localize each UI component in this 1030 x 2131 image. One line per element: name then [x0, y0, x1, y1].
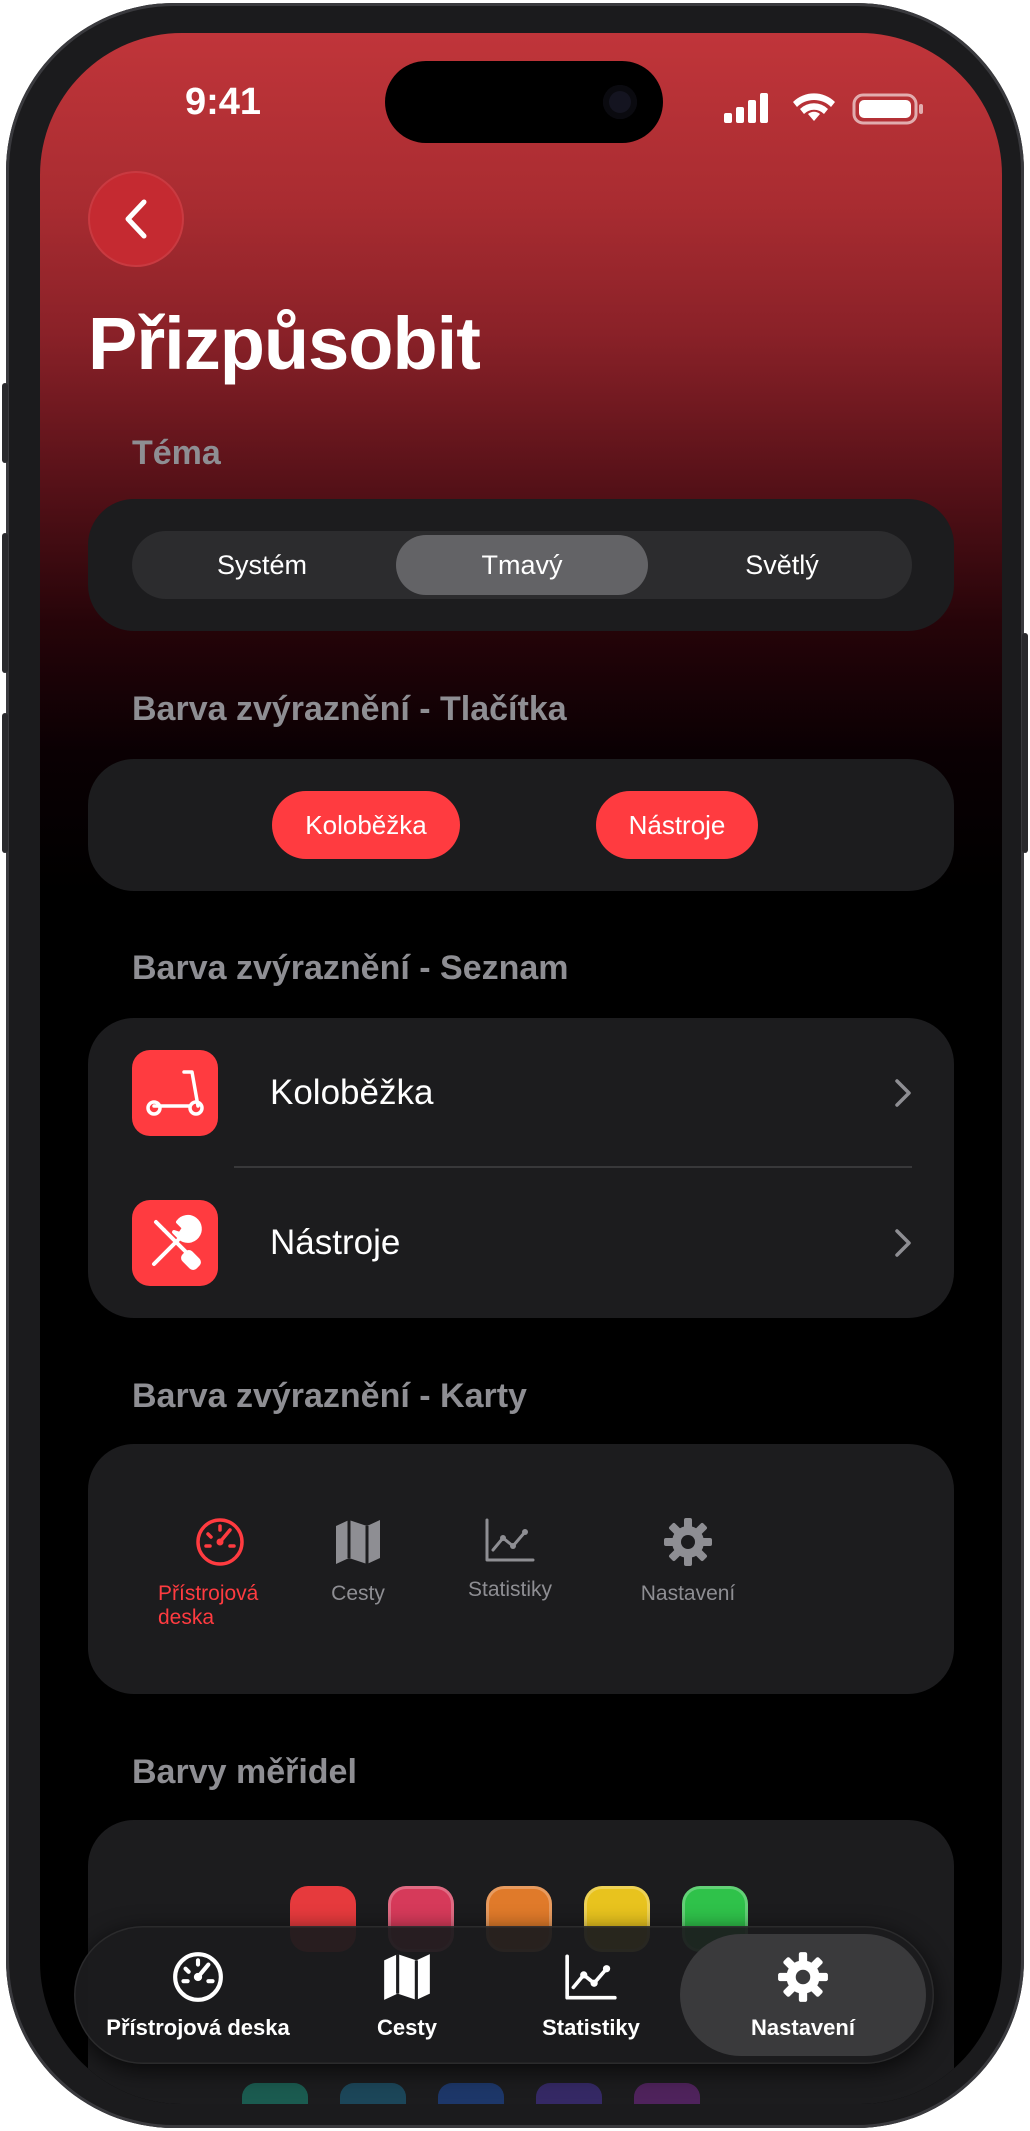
card-tab-label: Statistiky: [467, 1578, 553, 1601]
tab-trips[interactable]: Cesty: [342, 1926, 472, 2064]
wifi-icon: [793, 93, 835, 121]
chevron-right-icon: [895, 1229, 911, 1257]
power-button: [1022, 633, 1028, 853]
gauge-colors-section-label: Barvy měřidel: [132, 1753, 357, 1791]
accent-buttons-section-label: Barva zvýraznění - Tlačítka: [132, 690, 567, 728]
gauge-color-swatch-bottom: [536, 2083, 602, 2104]
accent-list-card: Koloběžka Nástroje: [88, 1018, 954, 1318]
chart-icon: [565, 1954, 617, 2000]
card-tab-label: Přístrojová deska: [158, 1582, 259, 1629]
tab-label: Nastavení: [751, 2015, 855, 2040]
accent-cards-section-label: Barva zvýraznění - Karty: [132, 1377, 527, 1415]
gauge-color-swatch-bottom: [340, 2083, 406, 2104]
tab-statistics[interactable]: Statistiky: [526, 1926, 656, 2064]
list-item-scooter[interactable]: Koloběžka: [88, 1018, 954, 1168]
list-item-label: Koloběžka: [270, 1073, 434, 1112]
speedometer-icon: [196, 1518, 244, 1566]
card-tab-statistics[interactable]: Statistiky: [440, 1516, 580, 1602]
tools-icon: [132, 1200, 218, 1286]
card-tab-dashboard[interactable]: Přístrojová deska: [158, 1516, 288, 1630]
accent-cards-card: Přístrojová deska Cesty Statistiky Nasta…: [88, 1444, 954, 1694]
volume-down-button: [2, 713, 8, 853]
list-item-tools[interactable]: Nástroje: [88, 1168, 954, 1318]
action-button: [2, 383, 8, 463]
screen: 9:41 Přizpůsobit Téma Systém Tmavý Světl…: [40, 33, 1002, 2104]
status-icons: [718, 91, 948, 125]
scooter-icon: [132, 1050, 218, 1136]
gear-icon: [778, 1952, 828, 2002]
gauge-color-swatch-bottom: [634, 2083, 700, 2104]
status-time: 9:41: [185, 81, 262, 123]
chart-icon: [485, 1518, 535, 1562]
gauge-color-swatch-bottom: [242, 2083, 308, 2104]
camera-icon: [603, 85, 637, 119]
accent-list-section-label: Barva zvýraznění - Seznam: [132, 949, 569, 987]
theme-option-system[interactable]: Systém: [136, 535, 388, 595]
tab-label: Cesty: [377, 2015, 437, 2040]
gauge-color-swatch-bottom: [438, 2083, 504, 2104]
card-tab-settings[interactable]: Nastavení: [608, 1516, 768, 1606]
cellular-signal-icon: [724, 93, 768, 123]
phone-frame: 9:41 Přizpůsobit Téma Systém Tmavý Světl…: [2, 3, 1028, 2128]
tab-label: Přístrojová deska: [106, 2015, 290, 2040]
chevron-right-icon: [895, 1079, 911, 1107]
speedometer-icon: [173, 1952, 223, 2002]
theme-card: Systém Tmavý Světlý: [88, 499, 954, 631]
volume-up-button: [2, 533, 8, 673]
page-title: Přizpůsobit: [88, 302, 481, 385]
map-icon: [336, 1520, 380, 1564]
back-button[interactable]: [88, 171, 184, 267]
list-item-label: Nástroje: [270, 1223, 401, 1262]
chevron-left-icon: [125, 199, 147, 239]
theme-section-label: Téma: [132, 434, 221, 472]
tools-pill-button[interactable]: Nástroje: [596, 791, 758, 859]
tab-label: Statistiky: [542, 2015, 640, 2040]
card-tab-label: Nastavení: [640, 1582, 736, 1605]
tab-bar: Přístrojová deska Cesty Statistiky Nasta…: [74, 1926, 934, 2064]
card-tab-label: Cesty: [331, 1582, 385, 1605]
theme-option-dark[interactable]: Tmavý: [396, 535, 648, 595]
card-tab-trips[interactable]: Cesty: [306, 1516, 410, 1606]
tab-dashboard[interactable]: Přístrojová deska: [98, 1926, 298, 2064]
map-icon: [384, 1954, 430, 2000]
scooter-pill-button[interactable]: Koloběžka: [272, 791, 460, 859]
tab-settings[interactable]: Nastavení: [680, 1934, 926, 2056]
accent-buttons-card: Koloběžka Nástroje: [88, 759, 954, 891]
dynamic-island: [385, 61, 663, 143]
gear-icon: [664, 1518, 712, 1566]
battery-icon: [852, 93, 923, 125]
theme-option-light[interactable]: Světlý: [656, 535, 908, 595]
theme-segmented-control: Systém Tmavý Světlý: [132, 531, 912, 599]
